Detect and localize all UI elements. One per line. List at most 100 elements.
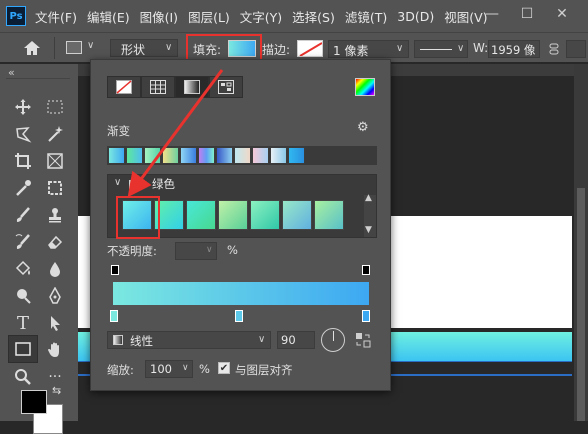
chevron-down-icon[interactable]: ∨	[87, 40, 94, 51]
magic-wand-tool-icon[interactable]	[42, 121, 68, 147]
recent-gradient-swatch[interactable]	[216, 147, 233, 164]
history-brush-tool-icon[interactable]	[10, 229, 36, 255]
crop-tool-icon[interactable]	[10, 148, 36, 174]
scroll-up-icon[interactable]: ▲	[365, 193, 372, 203]
gradient-preset-3[interactable]	[186, 200, 216, 230]
pattern-button[interactable]	[209, 76, 243, 98]
zoom-tool-icon[interactable]	[10, 364, 36, 390]
color-picker-icon[interactable]	[355, 78, 375, 96]
chevron-down-icon: ∨	[165, 42, 173, 53]
stroke-label: 描边:	[262, 43, 291, 57]
gradient-preset-6[interactable]	[282, 200, 312, 230]
foreground-color-swatch[interactable]	[21, 390, 47, 414]
close-button[interactable]: ✕	[552, 6, 572, 26]
pattern-icon	[218, 80, 234, 94]
eraser-tool-icon[interactable]	[42, 229, 68, 255]
opacity-stop-left[interactable]	[111, 265, 119, 275]
width-input-value: 1959 像	[491, 43, 536, 57]
angle-dial[interactable]	[321, 328, 345, 352]
lasso-tool-icon[interactable]	[10, 121, 36, 147]
library-scrollbar[interactable]: ▲ ▼	[364, 193, 376, 237]
menu-image[interactable]: 图像(I)	[135, 7, 183, 26]
recent-gradient-swatch[interactable]	[108, 147, 125, 164]
color-stop-left[interactable]	[110, 310, 118, 322]
height-input[interactable]	[566, 40, 586, 58]
color-stop-middle[interactable]	[235, 310, 243, 322]
recent-gradient-swatch[interactable]	[252, 147, 269, 164]
frame-tool-icon[interactable]	[42, 148, 68, 174]
menu-select[interactable]: 选择(S)	[287, 7, 340, 26]
spot-healing-tool-icon[interactable]	[42, 175, 68, 201]
scrollbar-thumb[interactable]	[577, 188, 585, 421]
gradient-preset-5[interactable]	[250, 200, 280, 230]
maximize-button[interactable]: ☐	[517, 6, 537, 26]
path-selection-tool-icon[interactable]	[42, 310, 68, 336]
no-fill-button[interactable]	[107, 76, 141, 98]
scroll-down-icon[interactable]: ▼	[365, 225, 372, 235]
opacity-stop-right[interactable]	[362, 265, 370, 275]
align-with-layer-checkbox[interactable]: ✔	[218, 362, 230, 374]
move-tool-icon[interactable]	[10, 94, 36, 120]
blur-tool-icon[interactable]	[42, 256, 68, 282]
recent-gradient-swatch[interactable]	[270, 147, 287, 164]
recent-gradient-swatch[interactable]	[162, 147, 179, 164]
opacity-unit: %	[227, 243, 238, 257]
rectangle-tool-icon[interactable]	[8, 335, 38, 363]
chevron-down-icon: ∨	[182, 363, 189, 373]
fill-swatch[interactable]	[228, 40, 256, 57]
gradient-preset-4[interactable]	[218, 200, 248, 230]
recent-gradient-swatch[interactable]	[198, 147, 215, 164]
opacity-label: 不透明度:	[107, 244, 157, 258]
eyedropper-tool-icon[interactable]	[10, 175, 36, 201]
gradient-style-value: 线性	[130, 334, 153, 348]
menu-file[interactable]: 文件(F)	[30, 7, 82, 26]
menu-edit[interactable]: 编辑(E)	[82, 7, 135, 26]
pen-tool-icon[interactable]	[42, 283, 68, 309]
gradient-preview-bar[interactable]	[113, 282, 369, 305]
stroke-swatch[interactable]	[297, 40, 323, 57]
width-input[interactable]: 1959 像	[488, 40, 540, 58]
menu-type[interactable]: 文字(Y)	[235, 7, 287, 26]
gradient-style-select[interactable]: 线性 ∨	[107, 331, 271, 349]
stamp-tool-icon[interactable]	[42, 202, 68, 228]
gradient-preset-7[interactable]	[314, 200, 344, 230]
vertical-scrollbar[interactable]	[574, 64, 588, 421]
tool-preset-picker[interactable]	[66, 41, 82, 54]
gradient-button[interactable]	[175, 76, 209, 98]
scale-input[interactable]: 100 ∨	[145, 360, 193, 378]
recent-gradient-swatch[interactable]	[180, 147, 197, 164]
gear-icon[interactable]: ⚙	[357, 120, 369, 135]
brush-tool-icon[interactable]	[10, 202, 36, 228]
recent-gradient-swatch[interactable]	[234, 147, 251, 164]
recent-gradient-swatch[interactable]	[126, 147, 143, 164]
menu-filter[interactable]: 滤镜(T)	[340, 7, 392, 26]
swap-colors-icon[interactable]: ⇆	[52, 384, 61, 397]
tools-panel: « T ··· ⇆	[0, 64, 78, 434]
color-stop-right[interactable]	[362, 310, 370, 322]
reverse-gradient-icon[interactable]	[355, 332, 371, 348]
chevron-down-icon[interactable]: ∨	[114, 177, 121, 188]
stroke-width-input[interactable]: 1 像素 ∨	[328, 40, 409, 58]
separator	[6, 78, 70, 79]
home-icon[interactable]	[22, 39, 42, 57]
stroke-type-select[interactable]: ∨	[414, 40, 468, 58]
stroke-line-preview	[420, 49, 452, 50]
menu-bar: Ps 文件(F) 编辑(E) 图像(I) 图层(L) 文字(Y) 选择(S) 滤…	[0, 0, 588, 32]
marquee-tool-icon[interactable]	[42, 94, 68, 120]
stroke-width-value: 1 像素	[333, 44, 369, 58]
dodge-tool-icon[interactable]	[10, 283, 36, 309]
angle-input[interactable]: 90	[277, 331, 315, 349]
hand-tool-icon[interactable]	[42, 337, 68, 363]
menu-layer[interactable]: 图层(L)	[183, 7, 235, 26]
opacity-input[interactable]: ∨	[175, 242, 217, 260]
mode-select[interactable]: 形状 ∨	[110, 39, 178, 57]
recent-gradients	[107, 146, 377, 165]
paint-bucket-tool-icon[interactable]	[10, 256, 36, 282]
recent-gradient-swatch[interactable]	[288, 147, 305, 164]
menu-3d[interactable]: 3D(D)	[392, 9, 439, 24]
link-icon[interactable]	[548, 43, 560, 55]
type-tool-icon[interactable]: T	[10, 310, 36, 336]
minimize-button[interactable]: —	[482, 6, 502, 26]
solid-color-button[interactable]	[141, 76, 175, 98]
recent-gradient-swatch[interactable]	[144, 147, 161, 164]
